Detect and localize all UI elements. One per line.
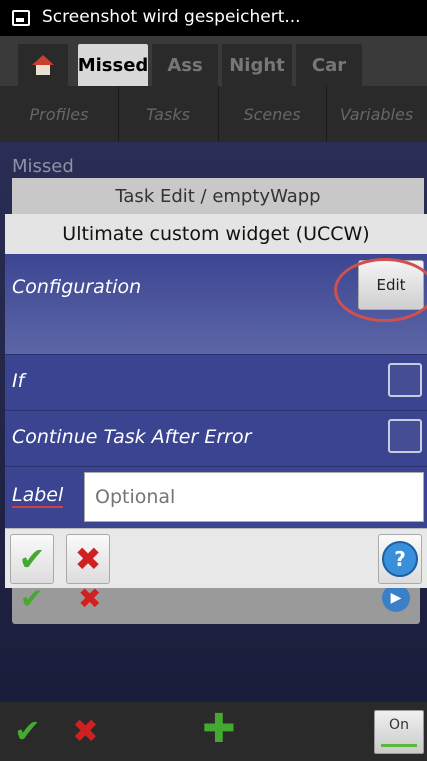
configuration-label: Configuration: [12, 276, 142, 298]
tab-variables[interactable]: Variables: [326, 86, 427, 142]
status-text: Screenshot wird gespeichert...: [42, 7, 301, 27]
on-toggle[interactable]: On: [374, 710, 424, 754]
tab-scenes[interactable]: Scenes: [218, 86, 327, 142]
play-icon: ▶: [382, 584, 410, 612]
status-bar: Screenshot wird gespeichert...: [0, 0, 427, 36]
tab-night[interactable]: Night: [222, 44, 292, 86]
project-heading: Missed: [12, 156, 74, 177]
label-input[interactable]: [84, 472, 424, 522]
app-tab-bar: Missed Ass Night Car: [0, 36, 427, 86]
tab-missed[interactable]: Missed: [78, 44, 148, 86]
if-label: If: [12, 370, 25, 392]
cross-icon: ✖: [74, 540, 102, 578]
tab-car[interactable]: Car: [296, 44, 362, 86]
tab-tasks[interactable]: Tasks: [118, 86, 219, 142]
check-icon: ✔: [18, 540, 46, 578]
if-checkbox[interactable]: [388, 363, 422, 397]
tab-profiles[interactable]: Profiles: [0, 86, 119, 142]
home-tab[interactable]: [18, 44, 68, 86]
cancel-button[interactable]: ✖: [66, 534, 110, 584]
continue-after-error-label: Continue Task After Error: [12, 426, 252, 448]
accept-button[interactable]: ✔: [10, 534, 54, 584]
help-icon: ?: [382, 541, 418, 577]
task-edit-title: Task Edit / emptyWapp: [12, 178, 424, 214]
bottom-bar: ✔ ✖ ✚: [0, 702, 427, 761]
home-icon: [32, 55, 54, 75]
help-button[interactable]: ?: [378, 534, 422, 584]
bottom-cross-button[interactable]: ✖: [72, 712, 99, 750]
label-label: Label: [12, 484, 64, 508]
bottom-check-button[interactable]: ✔: [14, 712, 41, 750]
tab-ass[interactable]: Ass: [152, 44, 218, 86]
continue-after-error-checkbox[interactable]: [388, 419, 422, 453]
screenshot-icon: [12, 10, 30, 26]
sub-tab-bar: Profiles Tasks Scenes Variables: [0, 86, 427, 142]
plus-icon[interactable]: ✚: [202, 706, 236, 752]
highlight-ellipse: [334, 258, 427, 322]
dialog-title: Ultimate custom widget (UCCW): [5, 214, 427, 254]
if-row: [5, 354, 427, 410]
